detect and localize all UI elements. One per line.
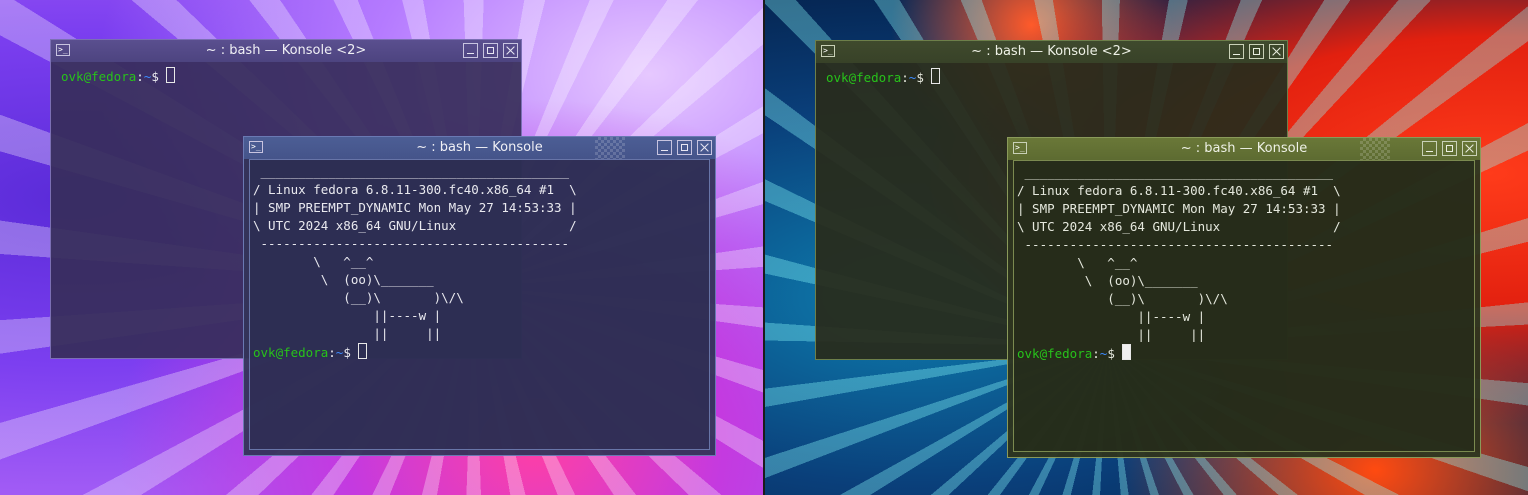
close-button[interactable]	[1462, 141, 1477, 156]
window-titlebar[interactable]: >_ ~ : bash — Konsole	[244, 137, 715, 159]
window-title: ~ : bash — Konsole	[416, 140, 543, 155]
prompt-sep: :	[1092, 346, 1100, 361]
terminal-prompt-line: ovk@fedora:~$	[253, 343, 368, 362]
prompt-end: $	[151, 69, 167, 84]
maximize-button[interactable]	[1442, 141, 1457, 156]
titlebar-decoration	[1360, 138, 1390, 160]
minimize-icon	[467, 53, 474, 54]
close-button[interactable]	[503, 43, 518, 58]
window-title: ~ : bash — Konsole <2>	[205, 43, 367, 58]
prompt-end: $	[1107, 346, 1123, 361]
prompt-user: ovk@fedora	[826, 70, 902, 85]
close-button[interactable]	[697, 140, 712, 155]
prompt-sep: :	[901, 70, 909, 85]
prompt-user: ovk@fedora	[61, 69, 137, 84]
prompt-user: ovk@fedora	[253, 345, 329, 360]
terminal-area[interactable]: ________________________________________…	[249, 159, 710, 450]
text-cursor	[931, 68, 941, 84]
window-titlebar[interactable]: >_ ~ : bash — Konsole <2>	[51, 40, 521, 62]
terminal-prompt-line: ovk@fedora:~$	[826, 68, 941, 87]
konsole-window[interactable]: >_ ~ : bash — Konsole __________________…	[1007, 137, 1481, 458]
window-title: ~ : bash — Konsole <2>	[971, 44, 1132, 59]
maximize-button[interactable]	[483, 43, 498, 58]
minimize-button[interactable]	[463, 43, 478, 58]
maximize-button[interactable]	[1249, 44, 1264, 59]
maximize-icon	[487, 47, 494, 54]
terminal-prompt-line: ovk@fedora:~$	[61, 67, 176, 86]
terminal-prompt-line: ovk@fedora:~$	[1017, 344, 1132, 363]
window-title: ~ : bash — Konsole	[1180, 141, 1308, 156]
minimize-icon	[1233, 54, 1240, 55]
prompt-sep: :	[328, 345, 336, 360]
minimize-icon	[1426, 151, 1433, 152]
maximize-icon	[681, 144, 688, 151]
minimize-icon	[661, 150, 668, 151]
konsole-window[interactable]: >_ ~ : bash — Konsole __________________…	[243, 136, 716, 456]
minimize-button[interactable]	[1422, 141, 1437, 156]
maximize-icon	[1446, 145, 1453, 152]
terminal-output: ________________________________________…	[1017, 165, 1341, 342]
prompt-sep: :	[136, 69, 144, 84]
window-titlebar[interactable]: >_ ~ : bash — Konsole <2>	[816, 41, 1287, 63]
prompt-end: $	[343, 345, 359, 360]
maximize-button[interactable]	[677, 140, 692, 155]
window-titlebar[interactable]: >_ ~ : bash — Konsole	[1008, 138, 1480, 160]
prompt-end: $	[916, 70, 932, 85]
prompt-user: ovk@fedora	[1017, 346, 1093, 361]
text-cursor	[1122, 344, 1132, 360]
text-cursor	[166, 67, 176, 83]
text-cursor	[358, 343, 368, 359]
titlebar-decoration	[595, 137, 625, 159]
terminal-area[interactable]: ________________________________________…	[1013, 160, 1475, 452]
minimize-button[interactable]	[657, 140, 672, 155]
minimize-button[interactable]	[1229, 44, 1244, 59]
maximize-icon	[1253, 48, 1260, 55]
screen-divider	[763, 0, 765, 495]
terminal-output: ________________________________________…	[253, 164, 577, 341]
close-button[interactable]	[1269, 44, 1284, 59]
